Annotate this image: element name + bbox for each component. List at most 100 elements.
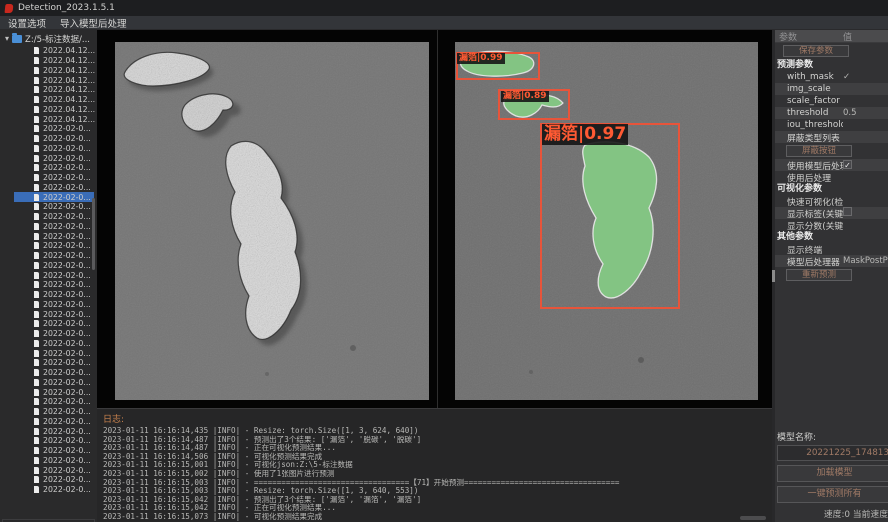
param-name: threshold xyxy=(775,108,843,118)
param-rows: 预测参数with_mask✓img_scalescale_factorthres… xyxy=(775,59,888,281)
tree-item[interactable]: 2022-02-0... xyxy=(14,261,94,271)
tree-item[interactable]: 2022.04.12... xyxy=(14,85,94,95)
param-button[interactable]: 屏蔽按钮 xyxy=(786,145,852,157)
tree-item-label: 2022-02-0... xyxy=(43,397,91,406)
model-name-field[interactable]: 20221225_174813 xyxy=(777,445,888,461)
tree-item[interactable]: 2022-02-0... xyxy=(14,124,94,134)
tree-item[interactable]: 2022-02-0... xyxy=(14,407,94,417)
tree-item[interactable]: 2022-02-0... xyxy=(14,163,94,173)
param-row[interactable]: 显示终端 xyxy=(775,243,888,255)
tree-item-label: 2022-02-0... xyxy=(43,163,91,172)
param-row[interactable]: scale_factor xyxy=(775,95,888,107)
tree-item[interactable]: 2022.04.12... xyxy=(14,66,94,76)
param-row[interactable]: 模型后处理器MaskPostPro xyxy=(775,255,888,267)
tree-item[interactable]: 2022-02-0... xyxy=(14,339,94,349)
tree-item[interactable]: 2022-02-0... xyxy=(14,387,94,397)
tree-item[interactable]: 2022-02-0... xyxy=(14,222,94,232)
tree-item[interactable]: 2022-02-0... xyxy=(14,397,94,407)
file-icon xyxy=(34,379,39,386)
param-button[interactable]: 重新预测 xyxy=(786,269,852,281)
tree-item[interactable]: 2022.04.12... xyxy=(14,95,94,105)
tree-item[interactable]: 2022-02-0... xyxy=(14,378,94,388)
param-row[interactable]: 显示标签(关键点) xyxy=(775,207,888,219)
file-icon xyxy=(34,389,39,396)
param-row[interactable]: with_mask✓ xyxy=(775,71,888,83)
model-section: 模型名称: 20221225_174813 加载模型 一键预测所有 速度:0 当… xyxy=(775,428,888,522)
param-checkbox[interactable] xyxy=(843,207,852,216)
tree-item[interactable]: 2022-02-0... xyxy=(14,231,94,241)
file-icon xyxy=(34,359,39,366)
tree-item[interactable]: 2022-02-0... xyxy=(14,456,94,466)
tree-item[interactable]: 2022.04.12... xyxy=(14,105,94,115)
tree-item[interactable]: 2022-02-0... xyxy=(14,417,94,427)
tree-item[interactable]: 2022-02-0... xyxy=(14,290,94,300)
detection-label: 漏箔|0.99 xyxy=(457,53,505,64)
prediction-image[interactable]: 漏箔|0.99 漏箔|0.89 漏箔|0.97 xyxy=(455,42,758,400)
tree-item[interactable]: 2022-02-0... xyxy=(14,426,94,436)
load-model-button[interactable]: 加载模型 xyxy=(777,465,888,482)
file-icon xyxy=(34,476,39,483)
tree-scrollbar[interactable] xyxy=(92,198,95,270)
tree-item[interactable]: 2022-02-0... xyxy=(14,475,94,485)
tree-item[interactable]: 2022-02-0... xyxy=(14,153,94,163)
param-row[interactable]: 快速可视化(检测) xyxy=(775,195,888,207)
tree-item[interactable]: 2022-02-0... xyxy=(14,144,94,154)
tree-item-label: 2022-02-0... xyxy=(43,407,91,416)
param-row[interactable]: 使用后处理 xyxy=(775,171,888,183)
params-header-value: 值 xyxy=(843,30,888,43)
tree-item[interactable]: 2022-02-0... xyxy=(14,134,94,144)
file-icon xyxy=(34,233,39,240)
chevron-down-icon[interactable]: ▾ xyxy=(5,35,9,43)
tree-item[interactable]: 2022.04.12... xyxy=(14,114,94,124)
tree-item[interactable]: 2022-02-0... xyxy=(14,358,94,368)
speed-status: 速度:0 当前速度 xyxy=(775,507,888,520)
param-row[interactable]: iou_threshold xyxy=(775,119,888,131)
param-checkbox[interactable]: ✓ xyxy=(843,160,852,169)
tree-item[interactable]: 2022-02-0... xyxy=(14,329,94,339)
log-lines[interactable]: 2023-01-11 16:16:14,435 |INFO| - Resize:… xyxy=(97,427,772,522)
tree-item[interactable]: 2022.04.12... xyxy=(14,75,94,85)
menu-import-postprocess[interactable]: 导入模型后处理 xyxy=(60,16,127,30)
tree-item[interactable]: 2022-02-0... xyxy=(14,300,94,310)
tree-root-label: Z:/5-标注数据/... xyxy=(25,33,90,45)
original-image[interactable] xyxy=(115,42,429,400)
tree-item[interactable]: 2022-02-0... xyxy=(14,270,94,280)
save-params-button[interactable]: 保存参数 xyxy=(783,45,849,57)
tree-item-label: 2022-02-0... xyxy=(43,202,91,211)
params-header: 参数 值 xyxy=(775,30,888,43)
tree-item[interactable]: 2022-02-0... xyxy=(14,348,94,358)
menu-settings[interactable]: 设置选项 xyxy=(8,16,46,30)
file-icon xyxy=(34,408,39,415)
tree-item[interactable]: 2022-02-0... xyxy=(14,212,94,222)
tree-item[interactable]: 2022-02-0... xyxy=(14,251,94,261)
tree-item[interactable]: 2022-02-0... xyxy=(14,465,94,475)
param-row[interactable]: img_scale xyxy=(775,83,888,95)
tree-item[interactable]: 2022-02-0... xyxy=(14,183,94,193)
file-icon xyxy=(34,155,39,162)
tree-root[interactable]: ▾ Z:/5-标注数据/... xyxy=(0,30,97,47)
tree-item[interactable]: 2022-02-0... xyxy=(14,319,94,329)
param-row[interactable]: threshold0.5 xyxy=(775,107,888,119)
log-horizontal-scrollbar[interactable] xyxy=(740,516,766,520)
param-row[interactable]: 显示分数(关键点) xyxy=(775,219,888,231)
tree-item[interactable]: 2022.04.12... xyxy=(14,56,94,66)
param-row[interactable]: 使用模型后处理✓ xyxy=(775,159,888,171)
tree-item[interactable]: 2022-02-0... xyxy=(14,436,94,446)
tree-item-label: 2022-02-0... xyxy=(43,290,91,299)
tree-item-label: 2022-02-0... xyxy=(43,251,91,260)
tree-item[interactable]: 2022-02-0... xyxy=(14,280,94,290)
file-icon xyxy=(34,291,39,298)
file-icon xyxy=(34,301,39,308)
tree-item[interactable]: 2022.04.12... xyxy=(14,46,94,56)
tree-item[interactable]: 2022-02-0... xyxy=(14,309,94,319)
param-row[interactable]: 屏蔽类型列表 xyxy=(775,131,888,143)
tree-item[interactable]: 2022-02-0... xyxy=(14,202,94,212)
tree-item[interactable]: 2022-02-0... xyxy=(14,368,94,378)
tree-item[interactable]: 2022-02-0... xyxy=(14,241,94,251)
tree-item[interactable]: 2022-02-0... xyxy=(14,485,94,495)
tree-item[interactable]: 2022-02-0... xyxy=(14,192,94,202)
predict-all-button[interactable]: 一键预测所有 xyxy=(777,486,888,503)
tree-item[interactable]: 2022-02-0... xyxy=(14,173,94,183)
tree-item[interactable]: 2022-02-0... xyxy=(14,446,94,456)
tree-item-label: 2022-02-0... xyxy=(43,280,91,289)
